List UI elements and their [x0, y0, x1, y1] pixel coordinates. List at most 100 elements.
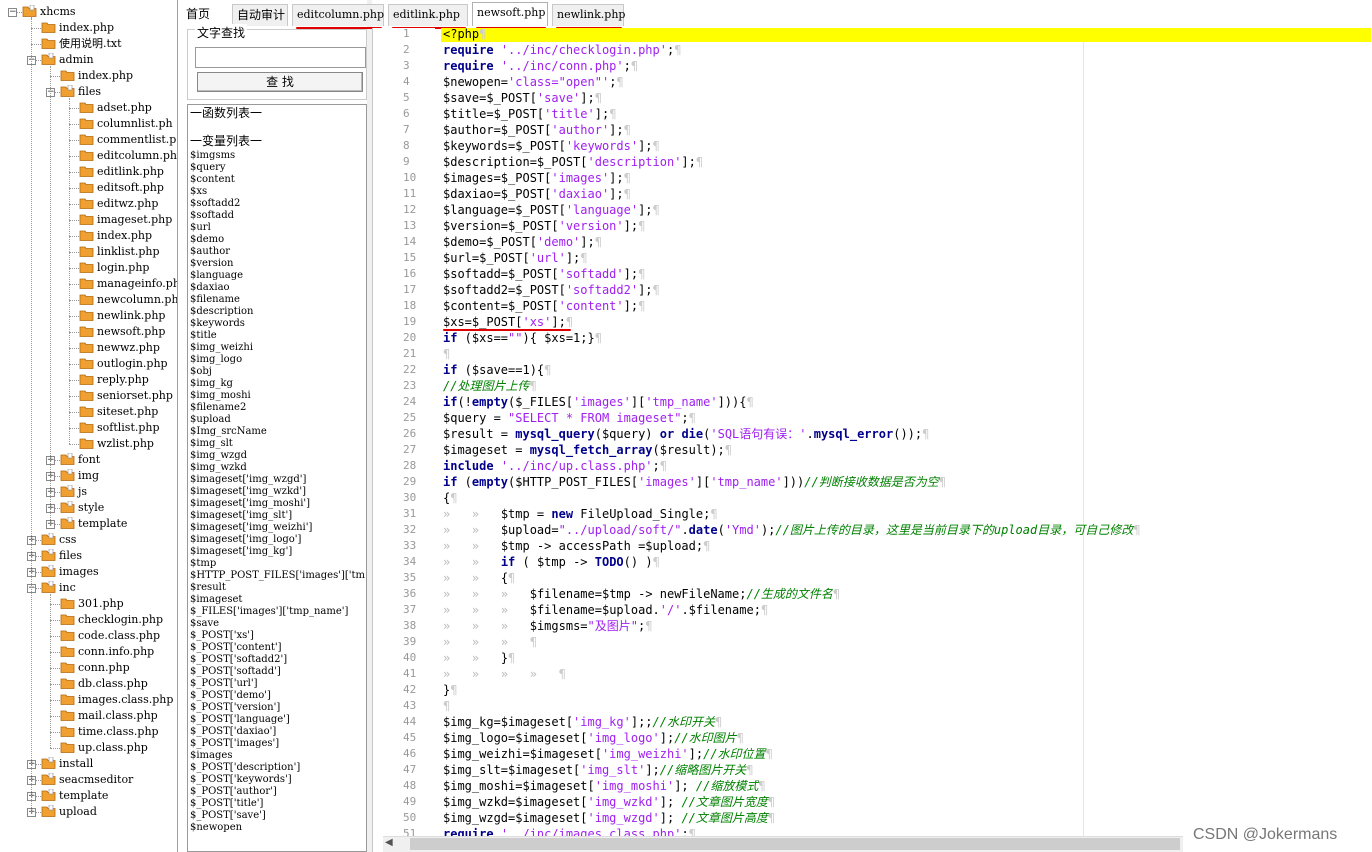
variable-item[interactable]: $content: [190, 174, 366, 186]
tree-file[interactable]: code.class.php: [60, 628, 160, 644]
variable-item[interactable]: $result: [190, 582, 366, 594]
tree-file[interactable]: editwz.php: [79, 196, 158, 212]
variable-item[interactable]: $url: [190, 222, 366, 234]
variable-item[interactable]: $imageset: [190, 594, 366, 606]
file-tree[interactable]: − xhcms index.php 使用说明.txt − admin index.php − f…: [0, 0, 178, 852]
tree-file[interactable]: adset.php: [79, 100, 152, 116]
code-line[interactable]: //处理图片上传¶: [443, 378, 537, 394]
variable-item[interactable]: $Img_srcName: [190, 426, 366, 438]
code-line[interactable]: » » $tmp = new FileUpload_Single;¶: [443, 506, 718, 522]
variable-item[interactable]: $img_weizhi: [190, 342, 366, 354]
tree-file[interactable]: db.class.php: [60, 676, 148, 692]
tree-folder[interactable]: template: [41, 788, 108, 804]
variable-item[interactable]: $_POST['save']: [190, 810, 366, 822]
tree-folder[interactable]: seacmseditor: [41, 772, 133, 788]
code-line[interactable]: » » » $filename=$upload.'/'.$filename;¶: [443, 602, 768, 618]
scroll-left-icon[interactable]: ◀: [385, 837, 393, 848]
code-line[interactable]: $content=$_POST['content'];¶: [443, 298, 645, 314]
code-line[interactable]: $imageset = mysql_fetch_array($result);¶: [443, 442, 732, 458]
code-line[interactable]: $keywords=$_POST['keywords'];¶: [443, 138, 660, 154]
tab-3[interactable]: editlink.php: [388, 4, 468, 26]
code-line[interactable]: $img_wzkd=$imageset['img_wzkd']; //文章图片宽…: [443, 794, 775, 810]
code-line[interactable]: $query = "SELECT * FROM imageset";¶: [443, 410, 696, 426]
code-line[interactable]: require '../inc/checklogin.php';¶: [443, 42, 681, 58]
code-line[interactable]: {¶: [443, 490, 457, 506]
variable-item[interactable]: $obj: [190, 366, 366, 378]
code-line[interactable]: » » $tmp -> accessPath =$upload;¶: [443, 538, 710, 554]
tree-file[interactable]: 301.php: [60, 596, 124, 612]
variable-item[interactable]: $imageset['img_weizhi']: [190, 522, 366, 534]
tree-file[interactable]: linklist.php: [79, 244, 160, 260]
code-line[interactable]: ¶: [443, 346, 450, 362]
variable-item[interactable]: $imgsms: [190, 150, 366, 162]
tree-file[interactable]: siteset.php: [79, 404, 158, 420]
code-line[interactable]: » » {¶: [443, 570, 515, 586]
variable-item[interactable]: $softadd: [190, 210, 366, 222]
variable-item[interactable]: $xs: [190, 186, 366, 198]
search-input[interactable]: [195, 47, 366, 68]
tree-file[interactable]: mail.class.php: [60, 708, 158, 724]
code-line[interactable]: $img_wzgd=$imageset['img_wzgd']; //文章图片高…: [443, 810, 775, 826]
code-line[interactable]: $softadd2=$_POST['softadd2'];¶: [443, 282, 660, 298]
code-line[interactable]: if ($save==1){¶: [443, 362, 551, 378]
tree-folder[interactable]: files: [41, 548, 82, 564]
code-line[interactable]: $img_moshi=$imageset['img_moshi']; //缩放模…: [443, 778, 766, 794]
variable-item[interactable]: $_POST['xs']: [190, 630, 366, 642]
code-line[interactable]: if(!empty($_FILES['images']['tmp_name'])…: [443, 394, 754, 410]
tree-file[interactable]: outlogin.php: [79, 356, 168, 372]
variable-item[interactable]: $_POST['daxiao']: [190, 726, 366, 738]
tree-folder[interactable]: inc: [41, 580, 76, 596]
code-line[interactable]: $language=$_POST['language'];¶: [443, 202, 660, 218]
code-line[interactable]: $daxiao=$_POST['daxiao'];¶: [443, 186, 631, 202]
variable-item[interactable]: $imageset['img_moshi']: [190, 498, 366, 510]
code-line[interactable]: $xs=$_POST['xs'];¶: [443, 314, 573, 330]
variable-item[interactable]: $_POST['description']: [190, 762, 366, 774]
variable-item[interactable]: $HTTP_POST_FILES['images']['tm: [190, 570, 366, 582]
tree-file[interactable]: imageset.php: [79, 212, 172, 228]
tree-file[interactable]: conn.info.php: [60, 644, 154, 660]
tree-folder[interactable]: img: [60, 468, 99, 484]
tab-4[interactable]: newsoft.php: [472, 2, 548, 26]
code-line[interactable]: if (empty($HTTP_POST_FILES['images']['tm…: [443, 474, 946, 490]
variable-item[interactable]: $_POST['url']: [190, 678, 366, 690]
variable-item[interactable]: $img_moshi: [190, 390, 366, 402]
tree-file[interactable]: checklogin.php: [60, 612, 163, 628]
variable-item[interactable]: $imageset['img_wzkd']: [190, 486, 366, 498]
variable-item[interactable]: $imageset['img_logo']: [190, 534, 366, 546]
tree-folder[interactable]: files: [60, 84, 101, 100]
tree-file[interactable]: columnlist.ph: [79, 116, 173, 132]
tree-file[interactable]: conn.php: [60, 660, 130, 676]
variable-item[interactable]: $save: [190, 618, 366, 630]
code-line[interactable]: $save=$_POST['save'];¶: [443, 90, 602, 106]
code-line[interactable]: $images=$_POST['images'];¶: [443, 170, 631, 186]
code-line[interactable]: $demo=$_POST['demo'];¶: [443, 234, 602, 250]
code-line[interactable]: ¶: [443, 698, 450, 714]
tab-2[interactable]: editcolumn.php: [292, 4, 384, 26]
variable-item[interactable]: $_POST['images']: [190, 738, 366, 750]
tree-file[interactable]: newlink.php: [79, 308, 165, 324]
code-line[interactable]: }¶: [443, 682, 457, 698]
tree-folder[interactable]: template: [60, 516, 127, 532]
code-line[interactable]: » » » $imgsms="及图片";¶: [443, 618, 652, 634]
variable-item[interactable]: $imageset['img_kg']: [190, 546, 366, 558]
code-line[interactable]: $img_weizhi=$imageset['img_weizhi'];//水印…: [443, 746, 773, 762]
variable-item[interactable]: $_FILES['images']['tmp_name']: [190, 606, 366, 618]
variable-item[interactable]: $_POST['softadd']: [190, 666, 366, 678]
tree-file[interactable]: wzlist.php: [79, 436, 154, 452]
code-line[interactable]: $result = mysql_query($query) or die('SQ…: [443, 426, 929, 442]
variable-item[interactable]: $author: [190, 246, 366, 258]
tree-file[interactable]: commentlist.p: [79, 132, 176, 148]
variable-item[interactable]: $filename: [190, 294, 366, 306]
tree-folder[interactable]: install: [41, 756, 93, 772]
code-editor[interactable]: 1 2 3 4 5 6 7 8 9 10 11 12 13 14 15 16 17 18 19 20 21 22 23 24 2…: [372, 28, 1372, 852]
code-line[interactable]: » » $upload="../upload/soft/".date('Ymd'…: [443, 522, 1140, 538]
code-line[interactable]: <?php¶: [441, 28, 1371, 42]
tree-folder[interactable]: font: [60, 452, 100, 468]
code-line[interactable]: if ($xs==""){ $xs=1;}¶: [443, 330, 602, 346]
code-line[interactable]: $img_slt=$imageset['img_slt'];//缩略图片开关¶: [443, 762, 753, 778]
variable-item[interactable]: $_POST['softadd2']: [190, 654, 366, 666]
tree-file[interactable]: seniorset.php: [79, 388, 173, 404]
tab-1[interactable]: 自动审计: [232, 4, 288, 26]
symbol-list[interactable]: 一函数列表一 一变量列表一 $imgsms $query $content $xs $s…: [187, 104, 367, 852]
scrollbar-thumb[interactable]: [410, 838, 1180, 850]
